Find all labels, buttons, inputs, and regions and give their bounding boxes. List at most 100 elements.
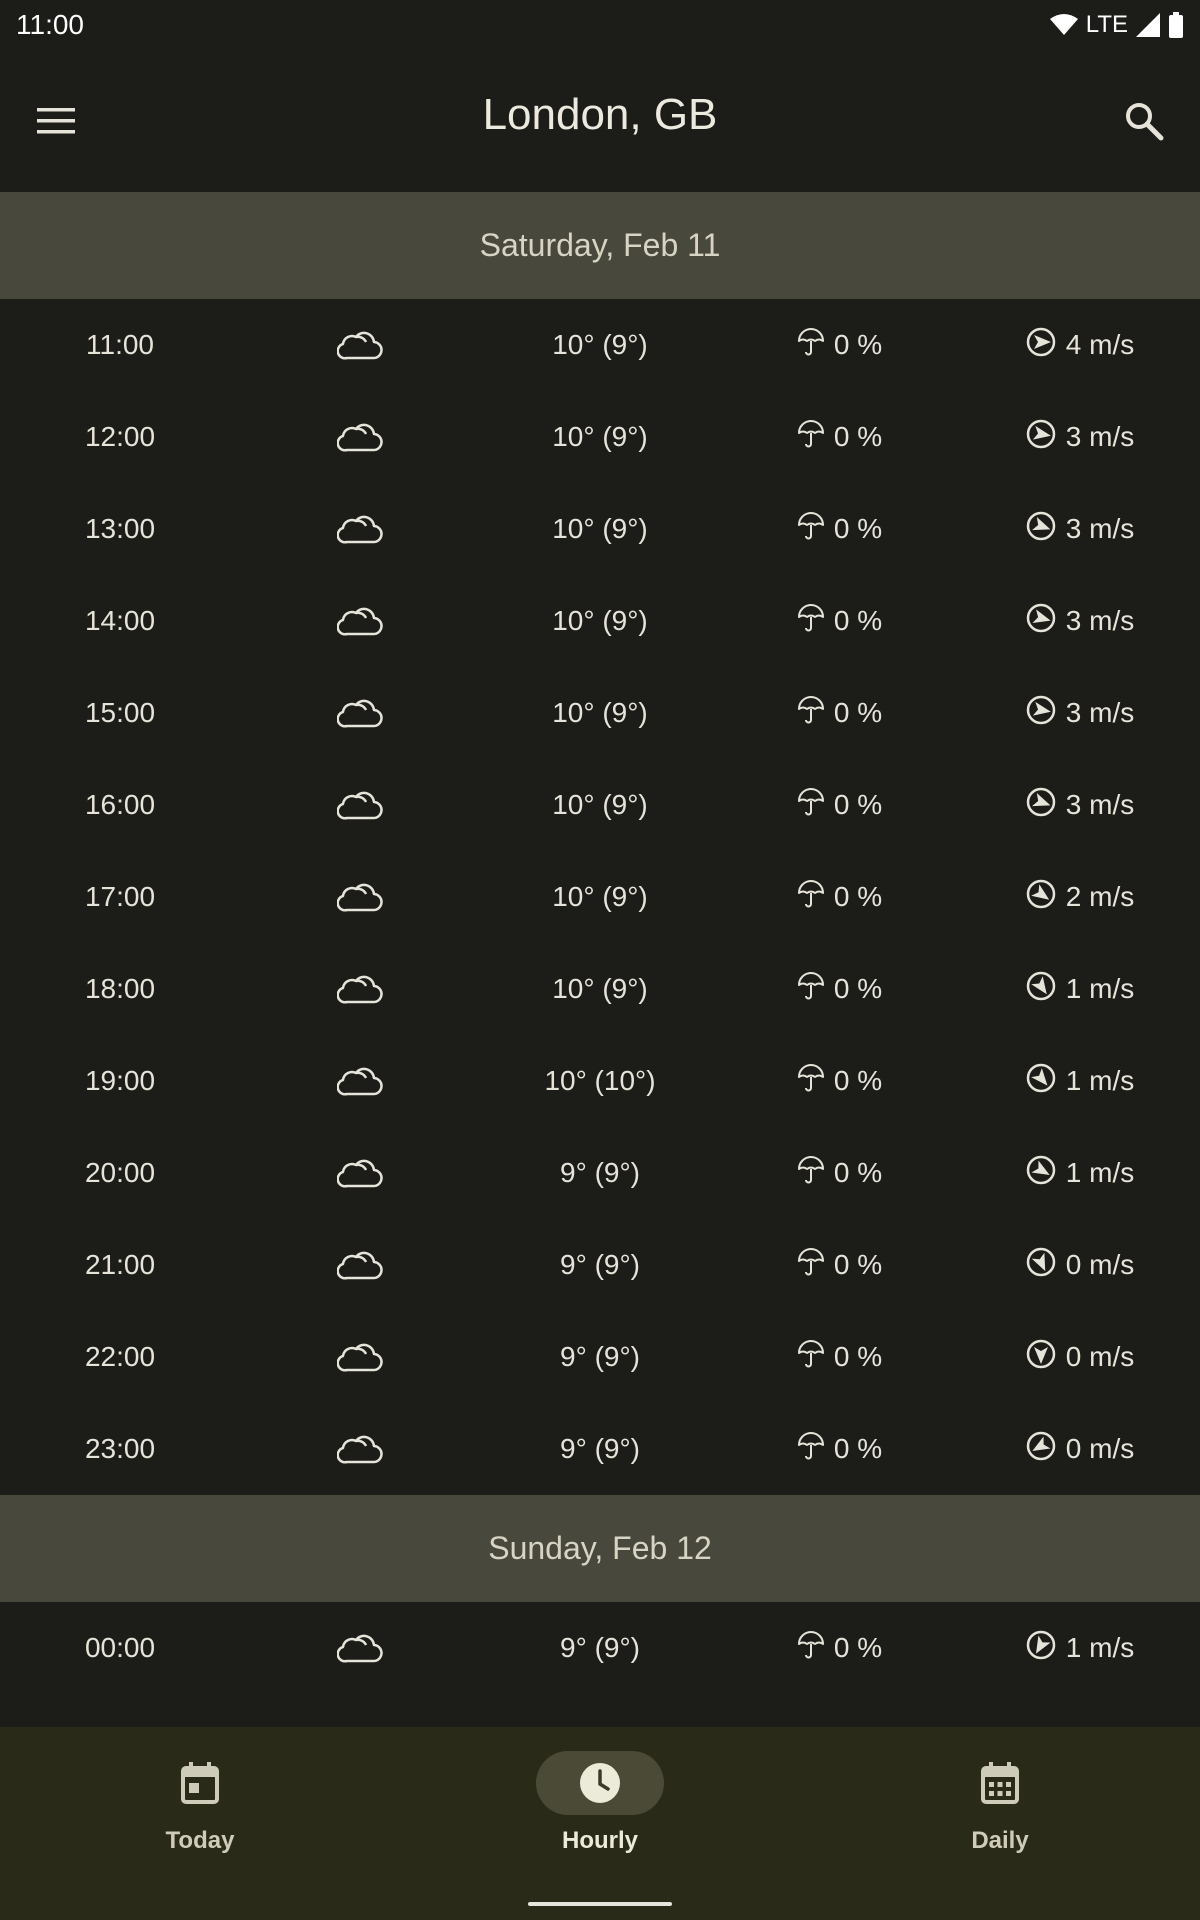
wind: 3 m/s [960, 787, 1200, 824]
calendar-today-icon [136, 1751, 264, 1815]
hourly-row[interactable]: 18:00 10° (9°) 0 % 1 m/s [0, 943, 1200, 1035]
precipitation: 0 % [720, 787, 960, 823]
hourly-row[interactable]: 15:00 10° (9°) 0 % 3 m/s [0, 667, 1200, 759]
cloud-icon [240, 329, 480, 361]
wind: 0 m/s [960, 1431, 1200, 1468]
hourly-row[interactable]: 14:00 10° (9°) 0 % 3 m/s [0, 575, 1200, 667]
precipitation: 0 % [720, 1630, 960, 1666]
hour-time: 12:00 [84, 421, 156, 452]
calendar-month-icon [936, 1751, 1064, 1815]
umbrella-icon [797, 603, 824, 639]
hour-time: 21:00 [84, 1249, 156, 1280]
wind-direction-icon [1026, 695, 1056, 732]
wind: 2 m/s [960, 879, 1200, 916]
wifi-icon [1049, 14, 1078, 35]
cloud-icon [240, 421, 480, 453]
nav-daily[interactable]: Daily [800, 1727, 1200, 1920]
cloud-icon [240, 789, 480, 821]
temperature: 10° (9°) [552, 513, 648, 544]
hourly-row[interactable]: 11:00 10° (9°) 0 % 4 m/s [0, 299, 1200, 391]
temperature: 9° (9°) [560, 1249, 640, 1280]
clock-icon [536, 1751, 664, 1815]
umbrella-icon [797, 1431, 824, 1467]
wind: 1 m/s [960, 971, 1200, 1008]
wind-value: 1 m/s [1065, 973, 1135, 1004]
temperature: 9° (9°) [560, 1341, 640, 1372]
hour-time: 14:00 [84, 605, 156, 636]
temperature: 10° (9°) [552, 789, 648, 820]
precip-value: 0 % [833, 1433, 883, 1464]
page-title: London, GB [482, 90, 718, 139]
wind-value: 4 m/s [1065, 329, 1135, 360]
precipitation: 0 % [720, 971, 960, 1007]
umbrella-icon [797, 787, 824, 823]
precip-value: 0 % [833, 329, 883, 360]
cloud-icon [240, 881, 480, 913]
precipitation: 0 % [720, 419, 960, 455]
precip-value: 0 % [833, 513, 883, 544]
hourly-row[interactable]: 19:00 10° (10°) 0 % 1 m/s [0, 1035, 1200, 1127]
cloud-icon [240, 1341, 480, 1373]
wind-direction-icon [1026, 1630, 1056, 1667]
wind-value: 3 m/s [1065, 697, 1135, 728]
precipitation: 0 % [720, 1063, 960, 1099]
nav-today[interactable]: Today [0, 1727, 400, 1920]
hour-time: 19:00 [84, 1065, 156, 1096]
precipitation: 0 % [720, 511, 960, 547]
hourly-row[interactable]: 12:00 10° (9°) 0 % 3 m/s [0, 391, 1200, 483]
hourly-row-partial [0, 1694, 1200, 1727]
umbrella-icon [797, 971, 824, 1007]
precip-value: 0 % [833, 421, 883, 452]
wind-direction-icon [1026, 1431, 1056, 1468]
hourly-row[interactable]: 13:00 10° (9°) 0 % 3 m/s [0, 483, 1200, 575]
umbrella-icon [797, 1247, 824, 1283]
temperature: 10° (9°) [552, 973, 648, 1004]
hourly-row[interactable]: 23:00 9° (9°) 0 % 0 m/s [0, 1403, 1200, 1495]
wind: 3 m/s [960, 419, 1200, 456]
hour-time: 23:00 [84, 1433, 156, 1464]
gesture-handle [528, 1902, 672, 1906]
hourly-row[interactable]: 00:00 9° (9°) 0 % 1 m/s [0, 1602, 1200, 1694]
cloud-icon [240, 973, 480, 1005]
nav-today-label: Today [165, 1827, 235, 1854]
precip-value: 0 % [833, 1249, 883, 1280]
wind-direction-icon [1026, 603, 1056, 640]
precipitation: 0 % [720, 1339, 960, 1375]
cloud-icon [240, 1157, 480, 1189]
day-header: Sunday, Feb 12 [0, 1495, 1200, 1602]
hour-time: 16:00 [84, 789, 156, 820]
precipitation: 0 % [720, 1247, 960, 1283]
umbrella-icon [797, 419, 824, 455]
wind-value: 1 m/s [1065, 1632, 1135, 1663]
wind-value: 3 m/s [1065, 513, 1135, 544]
precipitation: 0 % [720, 879, 960, 915]
umbrella-icon [797, 327, 824, 363]
search-icon[interactable] [1118, 95, 1170, 147]
hour-time: 13:00 [84, 513, 156, 544]
hourly-row[interactable]: 16:00 10° (9°) 0 % 3 m/s [0, 759, 1200, 851]
precip-value: 0 % [833, 1341, 883, 1372]
status-bar: 11:00 LTE [0, 0, 1200, 50]
umbrella-icon [797, 1063, 824, 1099]
hourly-forecast-list[interactable]: Saturday, Feb 11 11:00 10° (9°) 0 % 4 m/s 12:… [0, 192, 1200, 1727]
wind-direction-icon [1026, 419, 1056, 456]
temperature: 10° (9°) [552, 881, 648, 912]
hourly-row[interactable]: 17:00 10° (9°) 0 % 2 m/s [0, 851, 1200, 943]
hourly-row[interactable]: 20:00 9° (9°) 0 % 1 m/s [0, 1127, 1200, 1219]
wind: 1 m/s [960, 1630, 1200, 1667]
temperature: 9° (9°) [560, 1632, 640, 1663]
hour-time: 20:00 [84, 1157, 156, 1188]
menu-icon[interactable] [30, 95, 82, 147]
battery-icon [1169, 12, 1183, 38]
hourly-row[interactable]: 22:00 9° (9°) 0 % 0 m/s [0, 1311, 1200, 1403]
wind-value: 3 m/s [1065, 605, 1135, 636]
cloud-icon [240, 1065, 480, 1097]
nav-hourly[interactable]: Hourly [400, 1727, 800, 1920]
status-time: 11:00 [16, 9, 84, 40]
wind-direction-icon [1026, 327, 1056, 364]
hourly-row[interactable]: 21:00 9° (9°) 0 % 0 m/s [0, 1219, 1200, 1311]
umbrella-icon [797, 695, 824, 731]
status-icons: LTE [1049, 11, 1184, 39]
precip-value: 0 % [833, 1065, 883, 1096]
wind-value: 2 m/s [1065, 881, 1135, 912]
